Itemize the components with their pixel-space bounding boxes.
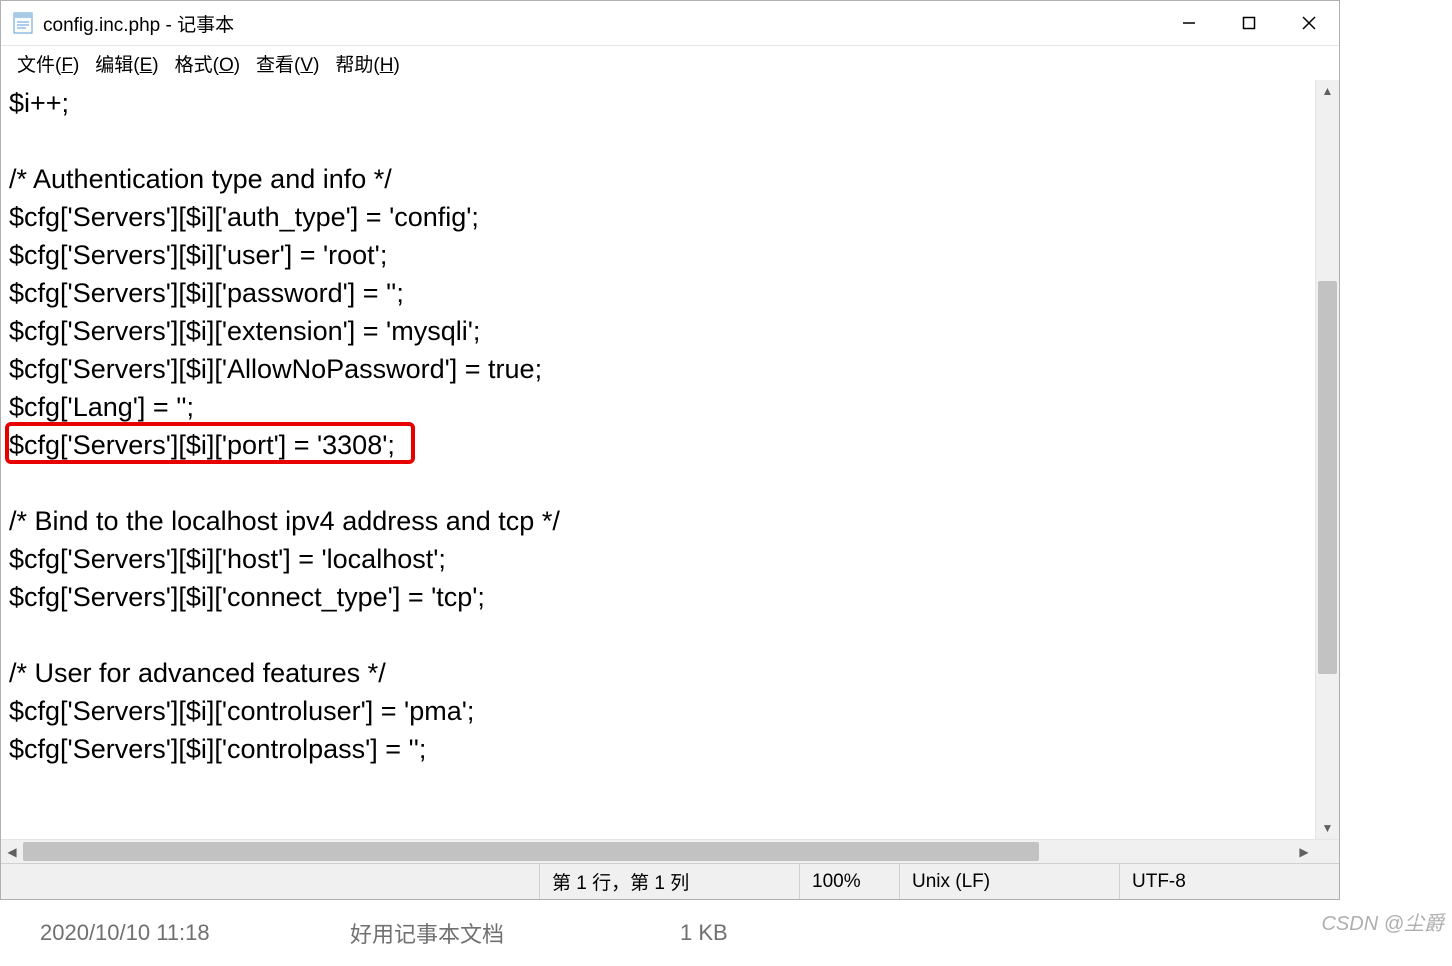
scroll-corner	[1315, 840, 1339, 863]
menu-edit[interactable]: 编辑(E)	[89, 48, 164, 79]
hscroll-thumb[interactable]	[23, 842, 1039, 861]
editor-line	[9, 122, 1309, 160]
background-cropped-row: 2020/10/10 11:18 好用记事本文档 1 KB	[0, 900, 1452, 966]
menubar: 文件(F) 编辑(E) 格式(O) 查看(V) 帮助(H)	[1, 46, 1339, 80]
notepad-icon	[11, 11, 35, 35]
vscroll-thumb[interactable]	[1318, 281, 1337, 674]
menu-file[interactable]: 文件(F)	[11, 48, 85, 79]
status-encoding: UTF-8	[1119, 864, 1339, 899]
maximize-button[interactable]	[1219, 1, 1279, 45]
editor-line: /* User for advanced features */	[9, 654, 1309, 692]
editor-line	[9, 464, 1309, 502]
scroll-right-arrow-icon[interactable]: ▶	[1293, 840, 1315, 863]
close-icon	[1302, 16, 1316, 30]
editor-line: $cfg['Servers'][$i]['port'] = '3308';	[9, 426, 1309, 464]
editor-line: $cfg['Servers'][$i]['connect_type'] = 't…	[9, 578, 1309, 616]
vscroll-track[interactable]	[1316, 102, 1339, 817]
statusbar: 第 1 行，第 1 列 100% Unix (LF) UTF-8	[1, 863, 1339, 899]
status-position: 第 1 行，第 1 列	[539, 864, 799, 899]
editor-area: $i++; /* Authentication type and info */…	[1, 80, 1339, 839]
text-editor[interactable]: $i++; /* Authentication type and info */…	[1, 80, 1315, 839]
hscroll-track[interactable]	[23, 840, 1293, 863]
status-line-ending: Unix (LF)	[899, 864, 1119, 899]
vertical-scrollbar[interactable]: ▲ ▼	[1315, 80, 1339, 839]
editor-line: $cfg['Servers'][$i]['AllowNoPassword'] =…	[9, 350, 1309, 388]
horizontal-scrollbar[interactable]: ◀ ▶	[1, 839, 1339, 863]
editor-line: $cfg['Servers'][$i]['extension'] = 'mysq…	[9, 312, 1309, 350]
editor-line: $cfg['Lang'] = '';	[9, 388, 1309, 426]
editor-line: $i++;	[9, 84, 1309, 122]
minimize-icon	[1182, 16, 1196, 30]
editor-line: /* Authentication type and info */	[9, 160, 1309, 198]
window-title: config.inc.php - 记事本	[43, 10, 1159, 37]
menu-help[interactable]: 帮助(H)	[329, 48, 405, 79]
scroll-left-arrow-icon[interactable]: ◀	[1, 840, 23, 863]
editor-line	[9, 616, 1309, 654]
editor-line: /* Bind to the localhost ipv4 address an…	[9, 502, 1309, 540]
titlebar: config.inc.php - 记事本	[1, 1, 1339, 46]
notepad-window: config.inc.php - 记事本 文件(F) 编辑(E) 格式(O) 查…	[0, 0, 1340, 900]
editor-line: $cfg['Servers'][$i]['host'] = 'localhost…	[9, 540, 1309, 578]
editor-line: $cfg['Servers'][$i]['auth_type'] = 'conf…	[9, 198, 1309, 236]
editor-line: $cfg['Servers'][$i]['controlpass'] = '';	[9, 730, 1309, 768]
scroll-down-arrow-icon[interactable]: ▼	[1316, 817, 1339, 839]
minimize-button[interactable]	[1159, 1, 1219, 45]
menu-format[interactable]: 格式(O)	[169, 48, 246, 79]
editor-line: $cfg['Servers'][$i]['user'] = 'root';	[9, 236, 1309, 274]
editor-line: $cfg['Servers'][$i]['controluser'] = 'pm…	[9, 692, 1309, 730]
bg-filetype: 好用记事本文档	[350, 917, 504, 949]
window-controls	[1159, 1, 1339, 45]
status-empty	[1, 864, 539, 899]
status-zoom: 100%	[799, 864, 899, 899]
close-button[interactable]	[1279, 1, 1339, 45]
bg-datetime: 2020/10/10 11:18	[40, 920, 210, 946]
bg-size: 1 KB	[680, 920, 728, 946]
maximize-icon	[1242, 16, 1256, 30]
editor-line: $cfg['Servers'][$i]['password'] = '';	[9, 274, 1309, 312]
menu-view[interactable]: 查看(V)	[250, 48, 325, 79]
scroll-up-arrow-icon[interactable]: ▲	[1316, 80, 1339, 102]
